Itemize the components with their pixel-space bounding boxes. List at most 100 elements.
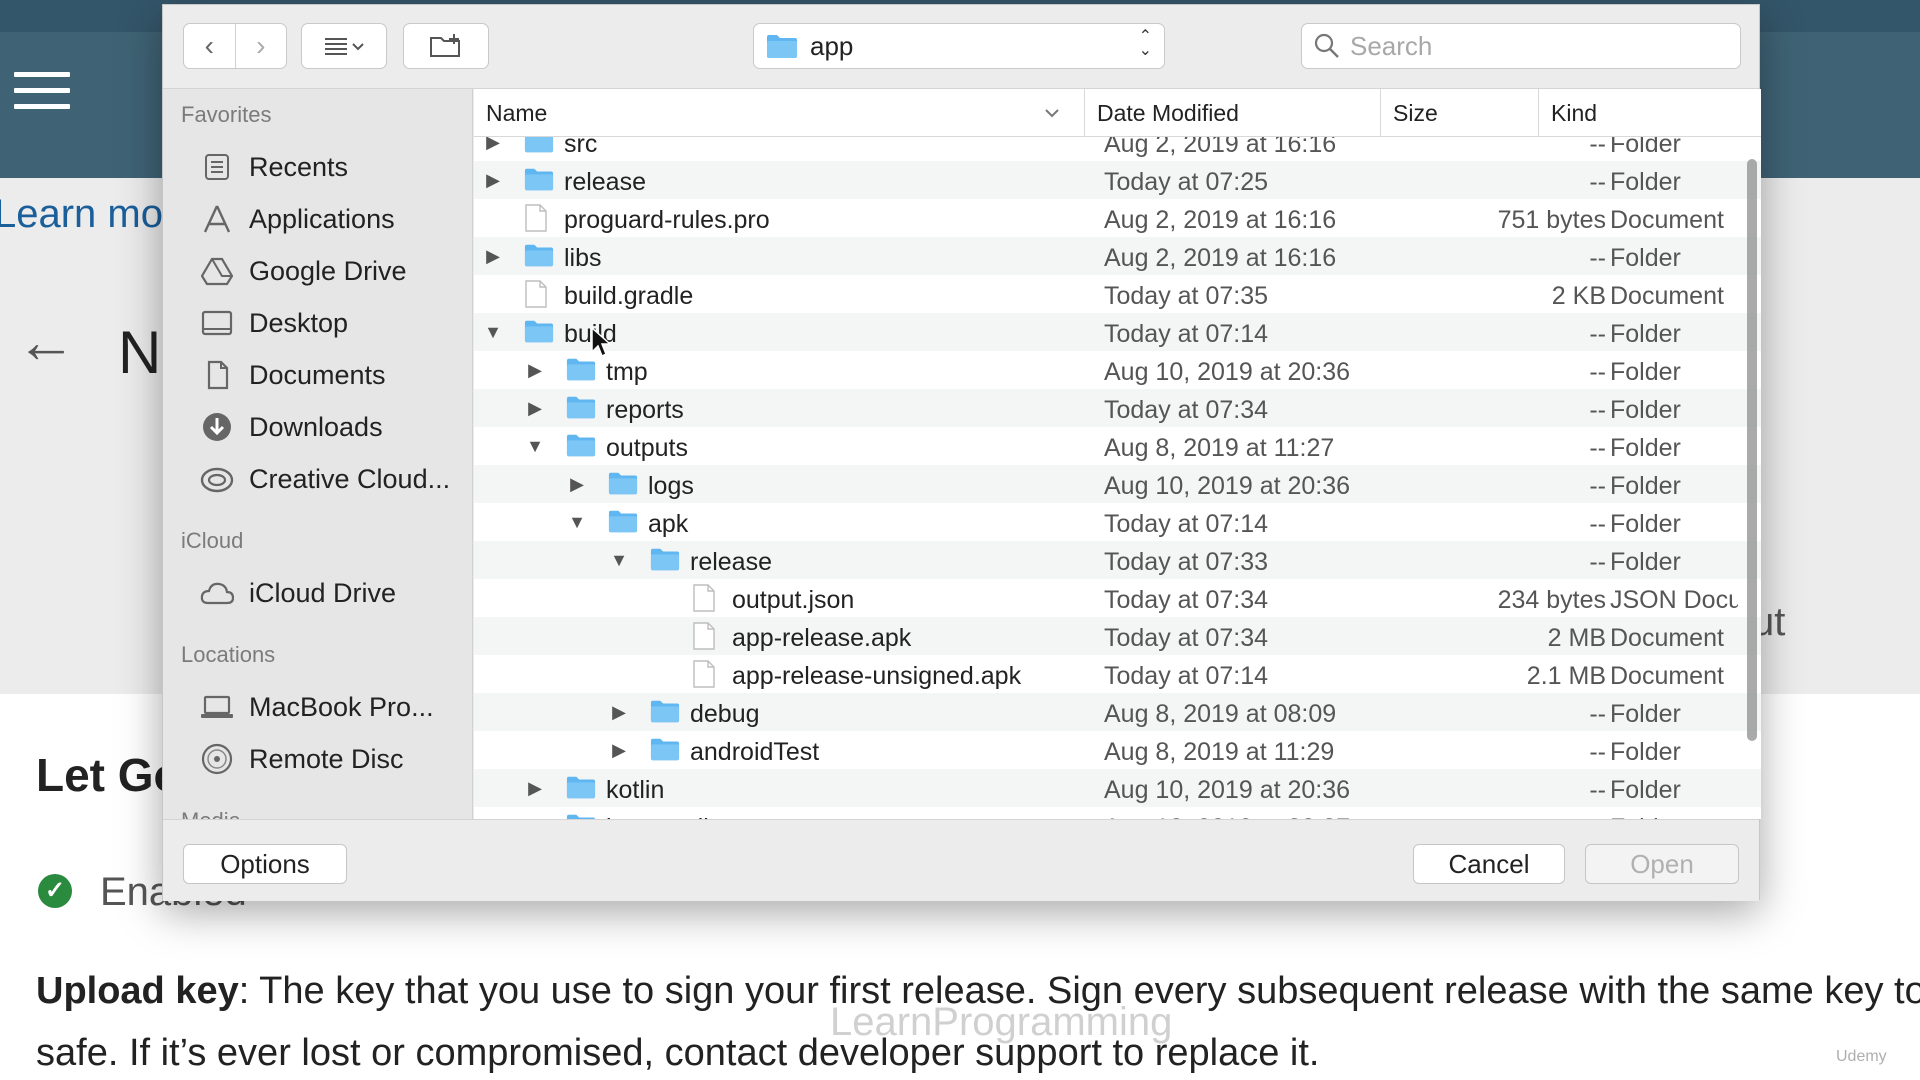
- vertical-scrollbar[interactable]: [1747, 159, 1757, 741]
- folder-row[interactable]: ▶ androidTest Aug 8, 2019 at 11:29 -- Folder: [474, 731, 1761, 769]
- disclosure-expanded-icon[interactable]: ▼: [608, 549, 630, 571]
- cancel-button[interactable]: Cancel: [1413, 844, 1565, 884]
- back-arrow-icon[interactable]: ←: [16, 312, 76, 372]
- column-date-label: Date Modified: [1097, 100, 1239, 126]
- disclosure-collapsed-icon[interactable]: ▶: [524, 397, 546, 419]
- applications-icon: [199, 201, 235, 237]
- file-row[interactable]: app-release-unsigned.apk Today at 07:14 2.…: [474, 655, 1761, 693]
- disclosure-collapsed-icon[interactable]: ▶: [524, 777, 546, 799]
- document-icon: [692, 660, 722, 688]
- folder-row[interactable]: ▶ debug Aug 8, 2019 at 08:09 -- Folder: [474, 693, 1761, 731]
- options-button[interactable]: Options: [183, 844, 347, 884]
- learn-more-link[interactable]: Learn mor: [0, 192, 176, 237]
- location-popup[interactable]: app ⌃ ⌄: [753, 23, 1165, 69]
- file-row[interactable]: app-release.apk Today at 07:34 2 MB Documen…: [474, 617, 1761, 655]
- sidebar-item-label: Desktop: [249, 307, 349, 338]
- file-date: Aug 10, 2019 at 20:36: [1104, 358, 1351, 386]
- page-title-fragment: N: [118, 319, 162, 386]
- search-field[interactable]: [1301, 23, 1741, 69]
- disclosure-collapsed-icon[interactable]: ▶: [608, 701, 630, 723]
- file-name: release: [564, 168, 646, 196]
- folder-icon: [650, 698, 680, 726]
- file-name: proguard-rules.pro: [564, 206, 770, 234]
- sidebar-item-icloud-drive[interactable]: iCloud Drive: [163, 567, 472, 619]
- file-size: --: [1589, 244, 1606, 272]
- sidebar-item-creative-cloud[interactable]: Creative Cloud...: [163, 453, 472, 505]
- disclosure-expanded-icon[interactable]: ▼: [524, 435, 546, 457]
- sidebar-section-header: Media: [163, 795, 472, 819]
- folder-row[interactable]: ▶ reports Today at 07:34 -- Folder: [474, 389, 1761, 427]
- sidebar-item-recents[interactable]: Recents: [163, 141, 472, 193]
- sidebar-item-label: MacBook Pro...: [249, 691, 434, 722]
- folder-row[interactable]: ▼ outputs Aug 8, 2019 at 11:27 -- Folder: [474, 427, 1761, 465]
- file-date: Today at 07:34: [1104, 586, 1269, 614]
- folder-row[interactable]: ▼ release Today at 07:33 -- Folder: [474, 541, 1761, 579]
- disclosure-collapsed-icon[interactable]: ▶: [482, 169, 504, 191]
- folder-row[interactable]: ▶ libs Aug 2, 2019 at 16:16 -- Folder: [474, 237, 1761, 275]
- file-kind: Document: [1610, 662, 1724, 690]
- folder-icon: [524, 242, 554, 270]
- updown-chevron-icon: ⌃ ⌄: [1138, 28, 1152, 59]
- sidebar-item-google-drive[interactable]: Google Drive: [163, 245, 472, 297]
- disclosure-collapsed-icon[interactable]: ▶: [566, 473, 588, 495]
- new-folder-icon: [430, 34, 460, 57]
- file-row[interactable]: build.gradle Today at 07:35 2 KB Document: [474, 275, 1761, 313]
- column-header-row: Name Date Modified Size Kind: [474, 89, 1761, 137]
- mouse-pointer-icon: [591, 326, 612, 358]
- hamburger-menu-icon[interactable]: [14, 72, 70, 112]
- folder-row[interactable]: ▶ release Today at 07:25 -- Folder: [474, 161, 1761, 199]
- file-kind: Document: [1610, 624, 1724, 652]
- column-header-kind[interactable]: Kind: [1538, 89, 1761, 137]
- documents-icon: [199, 357, 235, 393]
- disclosure-collapsed-icon[interactable]: ▶: [482, 245, 504, 267]
- sidebar-item-desktop[interactable]: Desktop: [163, 297, 472, 349]
- file-kind: Folder: [1610, 396, 1681, 424]
- view-options-button[interactable]: [301, 23, 387, 69]
- column-header-date[interactable]: Date Modified: [1084, 89, 1380, 137]
- sidebar-item-label: Google Drive: [249, 255, 407, 286]
- file-date: Aug 8, 2019 at 11:27: [1104, 434, 1335, 462]
- folder-row[interactable]: ▶intermediatesAug 10, 2019 at 20:37--Fol…: [474, 807, 1761, 819]
- watermark: LearnProgramming: [830, 1000, 1173, 1044]
- folder-row[interactable]: ▼ apk Today at 07:14 -- Folder: [474, 503, 1761, 541]
- forward-button[interactable]: ›: [234, 24, 287, 68]
- recents-icon: [199, 149, 235, 185]
- document-icon: [692, 622, 722, 650]
- navigation-buttons: ‹ ›: [183, 23, 287, 69]
- sidebar-item-applications[interactable]: Applications: [163, 193, 472, 245]
- sidebar-item-macbook-pro[interactable]: MacBook Pro...: [163, 681, 472, 733]
- sidebar-item-documents[interactable]: Documents: [163, 349, 472, 401]
- search-input[interactable]: [1350, 30, 1720, 62]
- folder-row[interactable]: ▶ logs Aug 10, 2019 at 20:36 -- Folder: [474, 465, 1761, 503]
- folder-row[interactable]: ▼ build Today at 07:14 -- Folder: [474, 313, 1761, 351]
- folder-row[interactable]: ▶ kotlin Aug 10, 2019 at 20:36 -- Folder: [474, 769, 1761, 807]
- disclosure-collapsed-icon[interactable]: ▶: [608, 739, 630, 761]
- file-row[interactable]: output.json Today at 07:34 234 bytes JSON D…: [474, 579, 1761, 617]
- open-file-dialog: ‹ › app ⌃ ⌄ Search Favorites Recents App…: [162, 4, 1761, 901]
- file-kind: Folder: [1610, 700, 1681, 728]
- disclosure-collapsed-icon[interactable]: ▶: [524, 359, 546, 381]
- google-drive-icon: [199, 253, 235, 289]
- sidebar-item-remote-disc[interactable]: Remote Disc: [163, 733, 472, 785]
- new-folder-button[interactable]: [403, 23, 489, 69]
- sidebar-section-header: iCloud: [181, 528, 244, 553]
- file-kind: Folder: [1610, 244, 1681, 272]
- file-name: build.gradle: [564, 282, 694, 310]
- column-header-name[interactable]: Name: [474, 89, 1084, 137]
- sidebar-item-label: Downloads: [249, 411, 383, 442]
- disclosure-expanded-icon[interactable]: ▼: [566, 511, 588, 533]
- file-name: debug: [690, 700, 760, 728]
- file-date: Today at 07:34: [1104, 624, 1269, 652]
- column-header-size[interactable]: Size: [1380, 89, 1538, 137]
- file-row[interactable]: proguard-rules.pro Aug 2, 2019 at 16:16 75…: [474, 199, 1761, 237]
- back-button[interactable]: ‹: [184, 24, 235, 68]
- sidebar-item-label: Creative Cloud...: [249, 463, 451, 494]
- disclosure-expanded-icon[interactable]: ▼: [482, 321, 504, 343]
- folder-row[interactable]: ▶ tmp Aug 10, 2019 at 20:36 -- Folder: [474, 351, 1761, 389]
- open-button[interactable]: Open: [1585, 844, 1739, 884]
- folder-icon: [566, 356, 596, 384]
- file-date: Today at 07:33: [1104, 548, 1269, 576]
- sidebar-item-label: Documents: [249, 359, 386, 390]
- location-label: app: [810, 30, 854, 61]
- sidebar-item-downloads[interactable]: Downloads: [163, 401, 472, 453]
